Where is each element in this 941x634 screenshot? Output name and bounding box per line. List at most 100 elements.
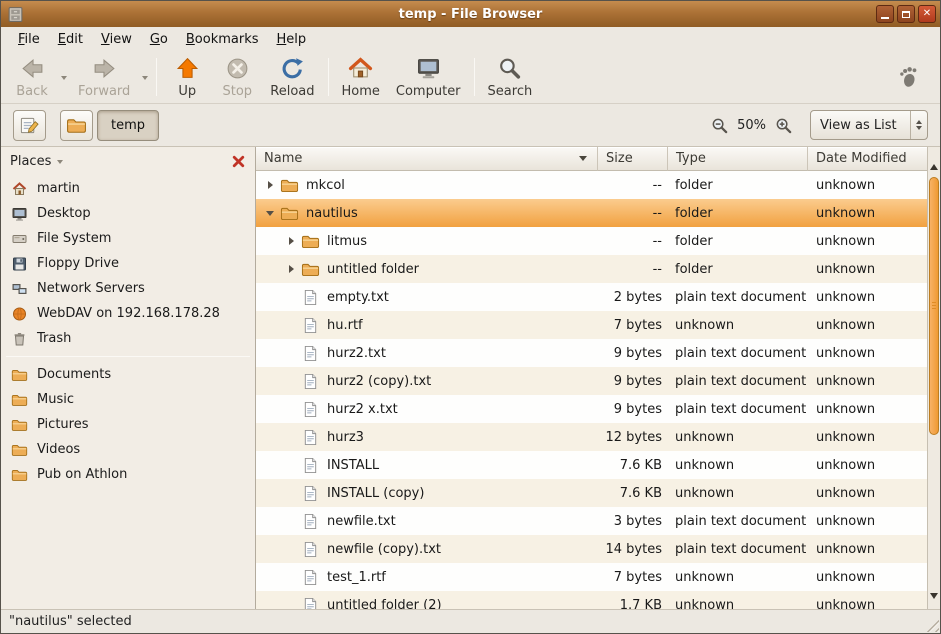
file-name-cell: hurz2 x.txt [256, 401, 598, 418]
sidebar-item-floppy-drive[interactable]: Floppy Drive [1, 251, 255, 276]
column-header-date-modified[interactable]: Date Modified [808, 147, 927, 171]
sidebar-item-desktop[interactable]: Desktop [1, 201, 255, 226]
file-row-untitled-folder[interactable]: untitled folder--folderunknown [256, 255, 927, 283]
sidebar-item-documents[interactable]: Documents [1, 362, 255, 387]
file-row-newfile-txt[interactable]: newfile.txt3 bytesplain text documentunk… [256, 507, 927, 535]
back-history-dropdown[interactable] [57, 53, 70, 101]
file-date-modified: unknown [808, 206, 927, 221]
column-header-type[interactable]: Type [668, 147, 808, 171]
titlebar[interactable]: temp - File Browser ✕ [1, 1, 940, 27]
back-button[interactable]: Back [7, 53, 57, 101]
path-current-button[interactable]: temp [97, 110, 159, 141]
resize-grip[interactable] [923, 616, 939, 632]
file-name: test_1.rtf [327, 570, 386, 585]
file-size: 9 bytes [598, 374, 668, 389]
folder-icon [11, 467, 28, 483]
expand-arrow-icon[interactable] [262, 181, 278, 189]
places-selector[interactable]: Places [10, 154, 51, 169]
file-name: mkcol [306, 178, 345, 193]
file-row-nautilus[interactable]: nautilus--folderunknown [256, 199, 927, 227]
zoom-out-button[interactable] [711, 117, 728, 134]
expand-arrow-icon[interactable] [283, 237, 299, 245]
stop-button[interactable]: Stop [212, 53, 262, 101]
file-row-litmus[interactable]: litmus--folderunknown [256, 227, 927, 255]
menu-view[interactable]: View [92, 29, 141, 50]
floppy-icon [11, 256, 28, 272]
drive-icon [11, 231, 28, 247]
sidebar-item-file-system[interactable]: File System [1, 226, 255, 251]
sidebar-item-label: Pictures [37, 417, 88, 432]
file-row-empty-txt[interactable]: empty.txt2 bytesplain text documentunkno… [256, 283, 927, 311]
file-row-hu-rtf[interactable]: hu.rtf7 bytesunknownunknown [256, 311, 927, 339]
file-row-install[interactable]: INSTALL7.6 KBunknownunknown [256, 451, 927, 479]
status-text: "nautilus" selected [9, 614, 132, 629]
file-row-hurz2-txt[interactable]: hurz2.txt9 bytesplain text documentunkno… [256, 339, 927, 367]
minimize-button[interactable] [876, 5, 894, 23]
file-size: 7.6 KB [598, 486, 668, 501]
file-row-newfile-copy-txt[interactable]: newfile (copy).txt14 bytesplain text doc… [256, 535, 927, 563]
close-button[interactable]: ✕ [918, 5, 936, 23]
computer-label: Computer [396, 84, 461, 99]
file-row-test-1-rtf[interactable]: test_1.rtf7 bytesunknownunknown [256, 563, 927, 591]
path-root-button[interactable] [60, 110, 93, 141]
forward-history-dropdown[interactable] [138, 53, 151, 101]
file-date-modified: unknown [808, 234, 927, 249]
location-bar: temp 50% View as List [1, 104, 940, 146]
sidebar-item-network-servers[interactable]: Network Servers [1, 276, 255, 301]
menu-go[interactable]: Go [141, 29, 177, 50]
file-name: INSTALL [327, 458, 379, 473]
file-name: untitled folder (2) [327, 598, 442, 610]
menu-help[interactable]: Help [268, 29, 316, 50]
sidebar-item-pub-on-athlon[interactable]: Pub on Athlon [1, 462, 255, 487]
maximize-button[interactable] [897, 5, 915, 23]
vertical-scrollbar[interactable] [927, 147, 940, 609]
folder-icon [280, 177, 299, 194]
home-button[interactable]: Home [334, 53, 388, 101]
file-row-untitled-folder-2[interactable]: untitled folder (2)1.7 KBunknownunknown [256, 591, 927, 609]
file-name-cell: litmus [256, 233, 598, 250]
sidebar-close-button[interactable] [231, 154, 246, 169]
column-header-name[interactable]: Name [256, 147, 598, 171]
scroll-down-button[interactable] [928, 590, 940, 602]
zoom-in-button[interactable] [775, 117, 792, 134]
file-date-modified: unknown [808, 402, 927, 417]
chevron-down-icon [61, 76, 67, 80]
folder-icon [11, 442, 28, 458]
file-date-modified: unknown [808, 486, 927, 501]
file-icon [301, 541, 320, 558]
sidebar-item-martin[interactable]: martin [1, 176, 255, 201]
up-button[interactable]: Up [162, 53, 212, 101]
file-name-cell: hurz2 (copy).txt [256, 373, 598, 390]
collapse-arrow-icon[interactable] [262, 211, 278, 216]
sidebar-item-videos[interactable]: Videos [1, 437, 255, 462]
scroll-up-button[interactable] [928, 161, 940, 173]
search-button[interactable]: Search [480, 53, 541, 101]
sidebar-item-trash[interactable]: Trash [1, 326, 255, 351]
expand-arrow-icon[interactable] [283, 265, 299, 273]
sidebar-item-music[interactable]: Music [1, 387, 255, 412]
column-label: Type [676, 151, 706, 166]
reload-button[interactable]: Reload [262, 53, 322, 101]
view-mode-selector[interactable]: View as List [810, 110, 928, 140]
file-row-hurz2-x-txt[interactable]: hurz2 x.txt9 bytesplain text documentunk… [256, 395, 927, 423]
file-date-modified: unknown [808, 542, 927, 557]
file-row-mkcol[interactable]: mkcol--folderunknown [256, 171, 927, 199]
menu-edit[interactable]: Edit [49, 29, 92, 50]
sidebar-item-webdav-on-192-168-178-28[interactable]: WebDAV on 192.168.178.28 [1, 301, 255, 326]
places-dropdown-icon[interactable] [57, 160, 63, 164]
scrollbar-thumb[interactable] [929, 177, 939, 435]
computer-button[interactable]: Computer [388, 53, 469, 101]
file-row-hurz3[interactable]: hurz312 bytesunknownunknown [256, 423, 927, 451]
sidebar-item-pictures[interactable]: Pictures [1, 412, 255, 437]
menu-file[interactable]: File [9, 29, 49, 50]
reload-icon [280, 56, 305, 81]
sidebar-item-label: Documents [37, 367, 111, 382]
edit-location-button[interactable] [13, 110, 46, 141]
file-type: plain text document [668, 542, 808, 557]
file-row-install-copy[interactable]: INSTALL (copy)7.6 KBunknownunknown [256, 479, 927, 507]
forward-button[interactable]: Forward [70, 53, 138, 101]
column-header-size[interactable]: Size [598, 147, 668, 171]
menu-bookmarks[interactable]: Bookmarks [177, 29, 268, 50]
up-label: Up [178, 84, 196, 99]
file-row-hurz2-copy-txt[interactable]: hurz2 (copy).txt9 bytesplain text docume… [256, 367, 927, 395]
